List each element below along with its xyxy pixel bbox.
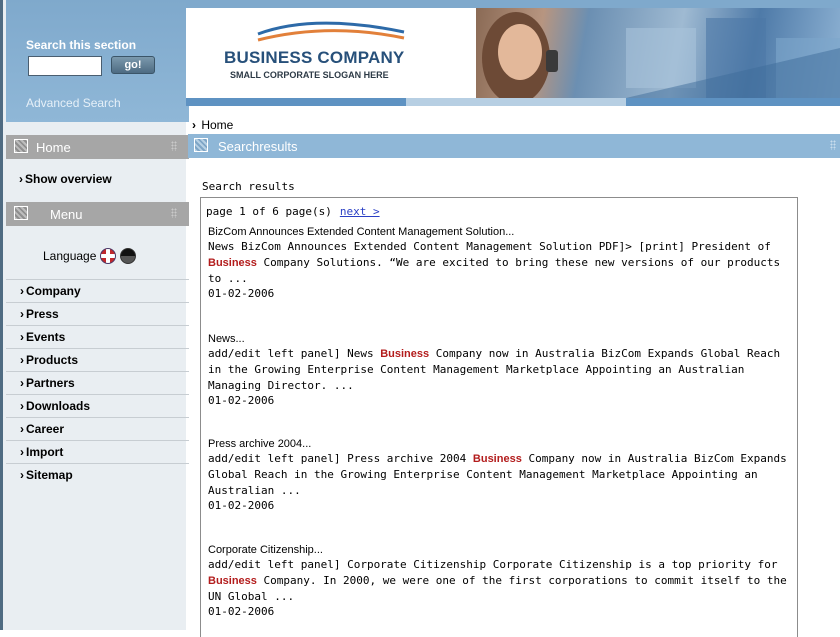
company-slogan: SMALL CORPORATE SLOGAN HERE	[230, 70, 389, 80]
result-date: 01-02-2006	[208, 287, 275, 300]
next-page-link[interactable]: next >	[340, 205, 380, 218]
company-logo[interactable]: BUSINESS COMPANY SMALL CORPORATE SLOGAN …	[186, 8, 476, 98]
menu-item-label: Downloads	[26, 399, 91, 413]
result-title[interactable]: BizCom Announces Extended Content Manage…	[208, 225, 792, 239]
result-date: 01-02-2006	[208, 499, 275, 512]
search-result: BizCom Announces Extended Content Manage…	[208, 225, 792, 301]
menu-item-products[interactable]: › Products	[6, 348, 189, 371]
pager: page 1 of 6 page(s) next >	[206, 205, 380, 218]
businesswoman-phone-image	[482, 12, 840, 98]
panel-icon	[14, 139, 28, 153]
uk-flag-icon[interactable]	[100, 248, 117, 264]
snippet-highlight: Business	[208, 257, 257, 269]
menu-item-label: Company	[26, 284, 81, 298]
banner-stripe	[186, 98, 840, 106]
content-header-title: Searchresults	[218, 139, 298, 154]
result-snippet: News BizCom Announces Extended Content M…	[208, 239, 792, 287]
chevron-right-icon: ›	[20, 445, 24, 459]
menu-item-press[interactable]: › Press	[6, 302, 189, 325]
menu-item-label: Products	[26, 353, 79, 367]
result-date: 01-02-2006	[208, 394, 275, 407]
show-overview-link[interactable]: › Show overview	[19, 172, 112, 186]
company-name: BUSINESS COMPANY	[224, 48, 405, 67]
logo-swoosh-icon	[257, 21, 405, 42]
result-title[interactable]: Corporate Citizenship...	[208, 543, 792, 557]
snippet-highlight: Business	[380, 348, 430, 360]
content-header: Searchresults	[188, 134, 840, 158]
menu-item-label: Sitemap	[26, 468, 73, 482]
chevron-right-icon: ›	[20, 307, 24, 321]
german-flag-icon[interactable]	[120, 248, 137, 264]
show-overview-label: Show overview	[25, 172, 112, 186]
banner-photo	[476, 8, 840, 98]
chevron-right-icon: ›	[192, 118, 196, 132]
menu-item-import[interactable]: › Import	[6, 440, 189, 463]
result-title[interactable]: Press archive 2004...	[208, 437, 792, 451]
chevron-right-icon: ›	[20, 330, 24, 344]
grip-icon	[171, 141, 177, 151]
snippet-text: Company. In 2000, we were one of the fir…	[208, 574, 787, 603]
grip-icon	[171, 208, 177, 218]
home-header: Home	[6, 135, 189, 159]
result-snippet: add/edit left panel] Press archive 2004 …	[208, 451, 792, 499]
menu-item-company[interactable]: › Company	[6, 279, 189, 302]
chevron-right-icon: ›	[20, 422, 24, 436]
search-section-title: Search this section	[26, 38, 137, 52]
search-result: Press archive 2004... add/edit left pane…	[208, 437, 792, 513]
menu-item-career[interactable]: › Career	[6, 417, 189, 440]
snippet-text: add/edit left panel] News	[208, 347, 381, 360]
chevron-right-icon: ›	[20, 284, 24, 298]
search-result: News... add/edit left panel] News Busine…	[208, 332, 792, 408]
result-date: 01-02-2006	[208, 605, 275, 618]
search-result: Corporate Citizenship... add/edit left p…	[208, 543, 792, 619]
snippet-text: add/edit left panel] Press archive 2004	[208, 452, 473, 465]
snippet-text: News BizCom Announces Extended Content M…	[208, 240, 771, 253]
menu-item-partners[interactable]: › Partners	[6, 371, 189, 394]
snippet-highlight: Business	[208, 575, 257, 587]
menu-item-label: Press	[26, 307, 59, 321]
panel-icon	[194, 138, 208, 152]
snippet-text: add/edit left panel] Corporate Citizensh…	[208, 558, 778, 571]
chevron-right-icon: ›	[20, 468, 24, 482]
menu-item-downloads[interactable]: › Downloads	[6, 394, 189, 417]
chevron-right-icon: ›	[20, 376, 24, 390]
go-button[interactable]: go!	[111, 56, 155, 74]
menu-header-label: Menu	[50, 207, 83, 222]
language-label: Language	[43, 249, 97, 263]
menu-item-label: Partners	[26, 376, 75, 390]
menu-item-events[interactable]: › Events	[6, 325, 189, 348]
menu-header: Menu	[6, 202, 189, 226]
left-sidebar: Search this section go! Advanced Search …	[0, 0, 189, 630]
menu-item-sitemap[interactable]: › Sitemap	[6, 463, 189, 486]
snippet-text: Company Solutions. “We are excited to br…	[208, 256, 781, 285]
results-label: Search results	[202, 180, 295, 193]
menu-item-label: Events	[26, 330, 66, 344]
chevron-right-icon: ›	[19, 172, 23, 186]
panel-icon	[14, 206, 28, 220]
menu-item-label: Career	[26, 422, 65, 436]
result-snippet: add/edit left panel] News Business Compa…	[208, 346, 792, 394]
home-header-label: Home	[36, 140, 71, 155]
banner-top-bar	[186, 0, 840, 8]
menu-item-label: Import	[26, 445, 64, 459]
chevron-right-icon: ›	[20, 399, 24, 413]
result-title[interactable]: News...	[208, 332, 792, 346]
breadcrumb-home-link[interactable]: Home	[201, 118, 233, 132]
main-menu: › Company › Press › Events › Products › Partn…	[6, 279, 189, 486]
result-snippet: add/edit left panel] Corporate Citizensh…	[208, 557, 792, 605]
pager-text: page 1 of 6 page(s)	[206, 205, 332, 218]
grip-icon	[830, 140, 836, 150]
language-selector: Language	[43, 246, 137, 266]
search-input[interactable]	[28, 56, 102, 76]
advanced-search-link[interactable]: Advanced Search	[26, 96, 121, 110]
search-section: Search this section go! Advanced Search	[6, 0, 189, 122]
snippet-highlight: Business	[472, 453, 522, 465]
chevron-right-icon: ›	[20, 353, 24, 367]
breadcrumb: › Home	[192, 118, 233, 132]
